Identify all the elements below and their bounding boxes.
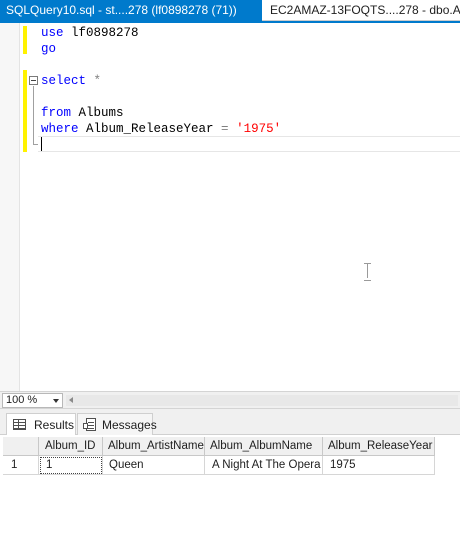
where-column: Album_ReleaseYear <box>78 122 222 136</box>
table-cell-artist-name[interactable]: Queen <box>103 456 205 475</box>
text-caret <box>41 137 42 151</box>
tab-messages[interactable]: Messages <box>77 413 157 435</box>
tab-dbo-albums-label: EC2AMAZ-13FOQTS....278 - dbo.Albums <box>270 3 460 17</box>
tab-messages-label: Messages <box>102 418 157 432</box>
collapse-toggle-icon[interactable] <box>29 76 38 85</box>
zoom-dropdown[interactable]: 100 % <box>2 393 63 408</box>
current-line-highlight <box>38 136 460 152</box>
code-line-2: go <box>41 41 56 57</box>
messages-icon <box>83 418 97 432</box>
chevron-down-icon <box>53 399 59 403</box>
zoom-value: 100 % <box>6 394 38 406</box>
code-line-6: from Albums <box>41 105 124 121</box>
keyword-go: go <box>41 42 57 56</box>
keyword-use: use <box>41 26 64 40</box>
where-value: '1975' <box>228 122 282 136</box>
grid-icon <box>13 419 26 430</box>
editor-indicator-margin <box>0 23 20 391</box>
horizontal-scrollbar[interactable] <box>66 395 458 406</box>
table-cell-release-year[interactable]: 1975 <box>323 456 435 475</box>
scroll-left-icon[interactable] <box>69 397 73 403</box>
table-name: Albums <box>71 106 124 120</box>
code-line-7: where Album_ReleaseYear = '1975' <box>41 121 281 137</box>
tab-dbo-albums[interactable]: EC2AMAZ-13FOQTS....278 - dbo.Albums <box>262 0 460 21</box>
keyword-from: from <box>41 106 72 120</box>
keyword-select: select <box>41 74 87 88</box>
tab-sqlquery10[interactable]: SQLQuery10.sql - st....278 (lf0898278 (7… <box>0 0 262 21</box>
row-number[interactable]: 1 <box>3 456 39 475</box>
code-line-4: select * <box>41 73 101 89</box>
tab-results[interactable]: Results <box>6 413 76 435</box>
column-header-album-artistname[interactable]: Album_ArtistName <box>103 437 205 456</box>
where-operator: = <box>221 122 229 136</box>
code-line-1: use lf0898278 <box>41 25 139 41</box>
change-bar <box>23 70 27 152</box>
editor-status-bar: 100 % <box>0 391 460 409</box>
change-bar <box>23 26 27 54</box>
query-editor[interactable]: use lf0898278 go select * from Albums wh… <box>0 23 460 391</box>
select-star: * <box>86 74 102 88</box>
results-grid-area: Album_ID Album_ArtistName Album_AlbumNam… <box>0 435 460 537</box>
database-name: lf0898278 <box>63 26 139 40</box>
results-tab-strip: Results Messages <box>0 409 460 435</box>
table-cell-album-id[interactable]: 1 <box>39 456 103 475</box>
tab-sqlquery10-label: SQLQuery10.sql - st....278 (lf0898278 (7… <box>6 3 237 17</box>
outline-guide <box>33 86 34 144</box>
grid-corner-header[interactable] <box>3 437 39 456</box>
column-header-album-id[interactable]: Album_ID <box>39 437 103 456</box>
document-tab-strip: SQLQuery10.sql - st....278 (lf0898278 (7… <box>0 0 460 23</box>
tab-results-label: Results <box>34 418 75 432</box>
column-header-album-releaseyear[interactable]: Album_ReleaseYear <box>323 437 435 456</box>
ibeam-cursor-icon <box>364 263 371 281</box>
column-header-album-albumname[interactable]: Album_AlbumName <box>205 437 323 456</box>
table-cell-album-name[interactable]: A Night At The Opera <box>205 456 323 475</box>
keyword-where: where <box>41 122 79 136</box>
